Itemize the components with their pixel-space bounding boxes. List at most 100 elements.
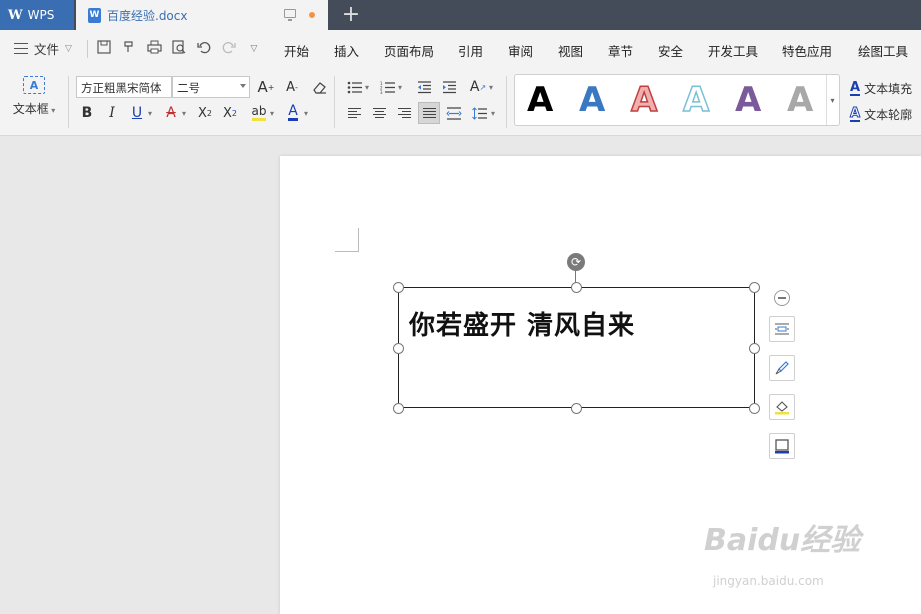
rotate-handle-icon[interactable]: ⟳ bbox=[567, 253, 585, 271]
clear-format-icon[interactable] bbox=[309, 77, 329, 97]
menu-tab-insert[interactable]: 插入 bbox=[334, 41, 359, 60]
unsaved-dot-icon bbox=[309, 12, 315, 18]
underline-dropdown-icon[interactable]: ▾ bbox=[146, 103, 154, 123]
menu-tab-references[interactable]: 引用 bbox=[458, 41, 483, 60]
format-painter-icon[interactable] bbox=[120, 40, 138, 58]
text-outline-icon: A bbox=[849, 105, 861, 122]
line-spacing-dropdown-icon[interactable]: ▾ bbox=[489, 103, 497, 123]
print-preview-icon[interactable] bbox=[170, 40, 188, 58]
text-style-blue[interactable]: A bbox=[579, 79, 605, 121]
text-fill-button[interactable]: A 文本填充 bbox=[850, 80, 912, 97]
menu-tab-special[interactable]: 特色应用 bbox=[782, 41, 832, 60]
monitor-icon[interactable] bbox=[284, 9, 296, 21]
quick-access-dropdown-icon[interactable]: ▽ bbox=[245, 40, 263, 58]
font-color-dropdown-icon[interactable]: ▾ bbox=[302, 103, 310, 123]
superscript-icon[interactable]: X2 bbox=[195, 103, 215, 123]
textbox-icon: A bbox=[23, 76, 45, 94]
textbox-button-label: 文本框 ▾ bbox=[12, 102, 56, 116]
undo-icon[interactable] bbox=[195, 40, 213, 58]
menu-tab-security[interactable]: 安全 bbox=[658, 41, 683, 60]
subscript-icon[interactable]: X2 bbox=[220, 103, 240, 123]
redo-icon[interactable] bbox=[220, 40, 238, 58]
resize-handle-left[interactable] bbox=[393, 343, 404, 354]
text-outline-button[interactable]: A 文本轮廓 bbox=[849, 105, 913, 123]
text-outline-label: 文本轮廓 bbox=[864, 108, 913, 122]
outline-icon bbox=[775, 439, 789, 454]
wps-app-tab[interactable]: W WPS bbox=[0, 0, 74, 30]
align-center-icon[interactable] bbox=[369, 103, 389, 123]
resize-handle-right[interactable] bbox=[749, 343, 760, 354]
italic-icon[interactable]: I bbox=[102, 103, 122, 123]
distributed-align-icon[interactable] bbox=[444, 103, 464, 123]
text-style-red-outline[interactable]: A bbox=[630, 79, 658, 121]
font-size-value: 二号 bbox=[177, 81, 200, 95]
menu-tab-start[interactable]: 开始 bbox=[284, 41, 309, 60]
baidu-watermark: Baidu经验 bbox=[704, 523, 861, 558]
textbox-button[interactable]: A 文本框 ▾ bbox=[8, 76, 60, 128]
shape-fill-button[interactable] bbox=[769, 394, 795, 420]
app-name: WPS bbox=[27, 8, 55, 22]
font-name-select[interactable]: 方正粗黑宋简体 bbox=[76, 76, 172, 98]
menu-tab-drawing-tools[interactable]: 绘图工具 bbox=[858, 41, 908, 60]
save-icon[interactable] bbox=[95, 40, 113, 58]
align-left-icon[interactable] bbox=[344, 103, 364, 123]
ribbon-separator bbox=[334, 76, 335, 128]
shape-style-button[interactable] bbox=[769, 355, 795, 381]
menu-separator bbox=[87, 40, 88, 58]
line-spacing-icon[interactable] bbox=[470, 103, 490, 123]
align-right-icon[interactable] bbox=[394, 103, 414, 123]
print-icon[interactable] bbox=[145, 40, 163, 58]
numbered-list-dropdown-icon[interactable]: ▾ bbox=[396, 77, 404, 97]
text-box-content[interactable]: 你若盛开 清风自来 bbox=[409, 305, 635, 342]
shape-outline-button[interactable] bbox=[769, 433, 795, 459]
font-size-select[interactable]: 二号 bbox=[172, 76, 250, 98]
menu-tab-developer[interactable]: 开发工具 bbox=[708, 41, 758, 60]
bullet-list-icon[interactable] bbox=[345, 77, 365, 97]
text-direction-icon[interactable]: A ↗ bbox=[468, 77, 488, 97]
file-menu-button[interactable]: 文件 ▽ bbox=[14, 39, 72, 58]
hamburger-icon bbox=[14, 43, 28, 54]
text-fill-icon: A bbox=[850, 79, 861, 96]
underline-icon[interactable]: U bbox=[127, 103, 147, 123]
highlight-dropdown-icon[interactable]: ▾ bbox=[268, 103, 276, 123]
shrink-font-icon[interactable]: A- bbox=[282, 77, 302, 97]
text-style-gallery: A A A A A A bbox=[514, 74, 840, 126]
ribbon-separator bbox=[506, 76, 507, 128]
collapse-toolbar-button[interactable] bbox=[774, 290, 790, 306]
gallery-expand-button[interactable]: ▾ bbox=[826, 75, 838, 125]
wps-logo-icon: W bbox=[8, 7, 23, 23]
bold-icon[interactable]: B bbox=[77, 103, 97, 123]
decrease-indent-icon[interactable] bbox=[414, 77, 434, 97]
word-doc-icon: W bbox=[88, 7, 101, 23]
svg-text:3: 3 bbox=[380, 90, 383, 94]
bullet-list-dropdown-icon[interactable]: ▾ bbox=[363, 77, 371, 97]
resize-handle-bottom-left[interactable] bbox=[393, 403, 404, 414]
menu-tab-chapter[interactable]: 章节 bbox=[608, 41, 633, 60]
strikethrough-dropdown-icon[interactable]: ▾ bbox=[180, 103, 188, 123]
grow-font-icon[interactable]: A + bbox=[256, 77, 276, 97]
text-style-purple[interactable]: A bbox=[735, 79, 761, 121]
font-name-value: 方正粗黑宋简体 bbox=[81, 81, 162, 95]
layout-options-button[interactable] bbox=[769, 316, 795, 342]
highlight-icon[interactable]: ab bbox=[249, 103, 269, 123]
menu-tab-page-layout[interactable]: 页面布局 bbox=[384, 41, 434, 60]
resize-handle-bottom-right[interactable] bbox=[749, 403, 760, 414]
font-color-icon[interactable]: A bbox=[283, 103, 303, 123]
numbered-list-icon[interactable]: 123 bbox=[378, 77, 398, 97]
text-style-cyan-outline[interactable]: A bbox=[682, 79, 710, 121]
text-style-gray[interactable]: A bbox=[787, 79, 813, 121]
resize-handle-top[interactable] bbox=[571, 282, 582, 293]
justify-icon[interactable] bbox=[418, 102, 440, 124]
increase-indent-icon[interactable] bbox=[439, 77, 459, 97]
text-direction-dropdown-icon[interactable]: ▾ bbox=[487, 77, 495, 97]
strikethrough-icon[interactable]: A bbox=[161, 103, 181, 123]
text-style-black[interactable]: A bbox=[527, 79, 553, 121]
menu-tab-review[interactable]: 审阅 bbox=[508, 41, 533, 60]
document-tab[interactable]: W 百度经验.docx bbox=[76, 0, 328, 30]
new-tab-button[interactable]: + bbox=[340, 2, 362, 28]
resize-handle-bottom[interactable] bbox=[571, 403, 582, 414]
menu-tab-view[interactable]: 视图 bbox=[558, 41, 583, 60]
page-margin-marker bbox=[335, 228, 359, 252]
resize-handle-top-left[interactable] bbox=[393, 282, 404, 293]
resize-handle-top-right[interactable] bbox=[749, 282, 760, 293]
